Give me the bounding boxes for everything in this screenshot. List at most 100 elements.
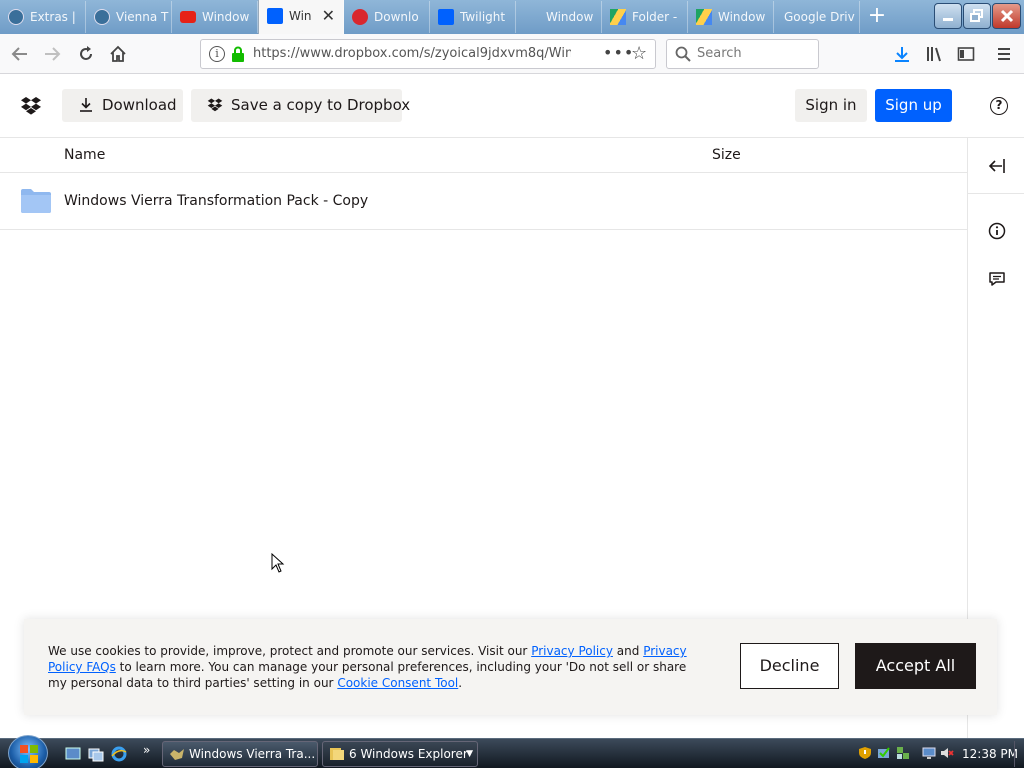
security-shield-icon[interactable] [858, 746, 872, 760]
windows-logo-icon [20, 745, 38, 763]
menu-button[interactable] [992, 42, 1016, 66]
monitor-icon[interactable] [922, 746, 936, 760]
restore-button[interactable] [963, 3, 991, 29]
help-icon[interactable]: ? [990, 97, 1008, 115]
home-button[interactable] [104, 40, 132, 68]
restore-icon [970, 9, 983, 22]
dropbox-logo-icon[interactable] [20, 96, 42, 116]
download-arrow-icon [895, 47, 909, 62]
lock-icon [232, 46, 244, 62]
cookie-text-1: We use cookies to provide, improve, prot… [48, 644, 532, 658]
search-icon [675, 46, 691, 62]
app-icon [170, 749, 184, 760]
network-icon[interactable] [896, 746, 910, 760]
cookie-banner: We use cookies to provide, improve, prot… [24, 619, 997, 715]
mouse-cursor-icon [271, 553, 285, 573]
comment-icon[interactable] [988, 270, 1006, 288]
accept-all-button[interactable]: Accept All [855, 643, 976, 689]
youtube-icon [180, 11, 196, 23]
cookie-consent-tool-link[interactable]: Cookie Consent Tool [337, 676, 458, 690]
folder-icon [21, 189, 51, 213]
page-actions-icon[interactable]: ••• [603, 40, 634, 66]
taskbar: » Windows Vierra Tra... 6 Windows Explor… [0, 735, 1024, 768]
dropbox-icon [207, 98, 223, 112]
switch-windows-icon[interactable] [88, 746, 104, 762]
sign-in-button[interactable]: Sign in [795, 89, 867, 122]
chevron-down-icon: ▼ [466, 749, 473, 759]
library-button[interactable] [922, 42, 946, 66]
list-item[interactable]: Windows Vierra Transformation Pack - Cop… [0, 173, 967, 230]
tab-google-drive[interactable]: Google Driv [774, 1, 860, 33]
home-icon [110, 45, 126, 62]
update-check-icon[interactable] [877, 746, 891, 760]
decline-button[interactable]: Decline [740, 643, 839, 689]
quick-launch-more-icon[interactable]: » [143, 743, 150, 757]
arrow-left-icon [11, 47, 27, 61]
tab-label: Window [546, 10, 594, 24]
reload-icon [80, 46, 92, 60]
start-button[interactable] [8, 735, 48, 768]
dropbox-icon [267, 8, 283, 24]
tab-window-drive[interactable]: Window [688, 1, 774, 33]
sidebar-toggle-button[interactable] [954, 42, 978, 66]
tab-folder[interactable]: Folder - [602, 1, 688, 33]
forward-button[interactable] [38, 40, 66, 68]
back-button[interactable] [6, 40, 34, 68]
tab-twilight[interactable]: Twilight [430, 1, 516, 33]
save-copy-button[interactable]: Save a copy to Dropbox [191, 89, 410, 122]
mega-icon [352, 9, 368, 25]
navigation-toolbar: i https://www.dropbox.com/s/zyoical9jdxv… [0, 34, 1024, 74]
file-name[interactable]: Windows Vierra Transformation Pack - Cop… [64, 173, 368, 230]
clock[interactable]: 12:38 PM [962, 739, 1018, 768]
bookmark-star-icon[interactable]: ☆ [631, 41, 647, 67]
tab-window[interactable]: Window [516, 1, 602, 33]
tab-vienna[interactable]: Vienna T [86, 1, 172, 33]
dropbox-header: Download Save a copy to Dropbox Sign in … [0, 74, 1024, 138]
list-header: Name Size [0, 138, 967, 173]
hamburger-menu-icon [998, 48, 1010, 60]
tab-strip: Extras | Vienna T Window Win ✕ Downlo Tw… [0, 0, 1024, 34]
internet-explorer-icon[interactable] [111, 746, 127, 762]
search-input[interactable]: Search [666, 39, 819, 69]
tab-label: Downlo [374, 10, 419, 24]
taskbar-item-firefox[interactable]: Windows Vierra Tra... [162, 741, 318, 767]
tab-label: Window [718, 10, 766, 24]
info-icon[interactable] [988, 222, 1006, 240]
close-window-button[interactable] [992, 3, 1021, 29]
collapse-sidebar-button[interactable] [968, 138, 1024, 194]
column-header-name[interactable]: Name [64, 138, 105, 173]
google-drive-icon [610, 9, 626, 25]
download-button[interactable]: Download [62, 89, 183, 122]
library-icon [927, 47, 941, 62]
minimize-icon [943, 18, 953, 21]
column-header-size[interactable]: Size [712, 138, 741, 173]
url-bar[interactable]: i https://www.dropbox.com/s/zyoical9jdxv… [200, 39, 656, 69]
tab-mega[interactable]: Downlo [344, 1, 430, 33]
tab-youtube[interactable]: Window [172, 1, 258, 33]
show-desktop-button[interactable] [1014, 741, 1022, 767]
screen: Extras | Vienna T Window Win ✕ Downlo Tw… [0, 0, 1024, 768]
tab-label: Twilight [460, 10, 506, 24]
tab-dropbox-active[interactable]: Win ✕ [258, 0, 344, 34]
minimize-button[interactable] [934, 3, 962, 29]
tab-extras[interactable]: Extras | [0, 1, 86, 33]
taskbar-item-explorer[interactable]: 6 Windows Explorer ▼ [322, 741, 478, 767]
sidebar-icon [957, 47, 975, 61]
volume-muted-icon[interactable] [940, 746, 954, 760]
sign-up-button[interactable]: Sign up [875, 89, 952, 122]
show-desktop-icon[interactable] [65, 746, 81, 762]
new-tab-button[interactable]: + [860, 0, 894, 34]
url-text[interactable]: https://www.dropbox.com/s/zyoical9jdxvm8… [253, 40, 571, 68]
taskbar-item-label: Windows Vierra Tra... [189, 747, 316, 761]
tab-label: Google Driv [784, 10, 855, 24]
downloads-button[interactable] [890, 42, 914, 66]
dropbox-icon [438, 9, 454, 25]
reload-button[interactable] [72, 40, 100, 68]
info-icon[interactable]: i [209, 46, 225, 62]
close-tab-icon[interactable]: ✕ [322, 0, 335, 32]
download-label: Download [102, 96, 177, 114]
google-drive-icon [696, 9, 712, 25]
privacy-policy-link[interactable]: Privacy Policy [531, 644, 613, 658]
tab-label: Vienna T [116, 10, 169, 24]
cookie-text-2: and [612, 644, 644, 658]
